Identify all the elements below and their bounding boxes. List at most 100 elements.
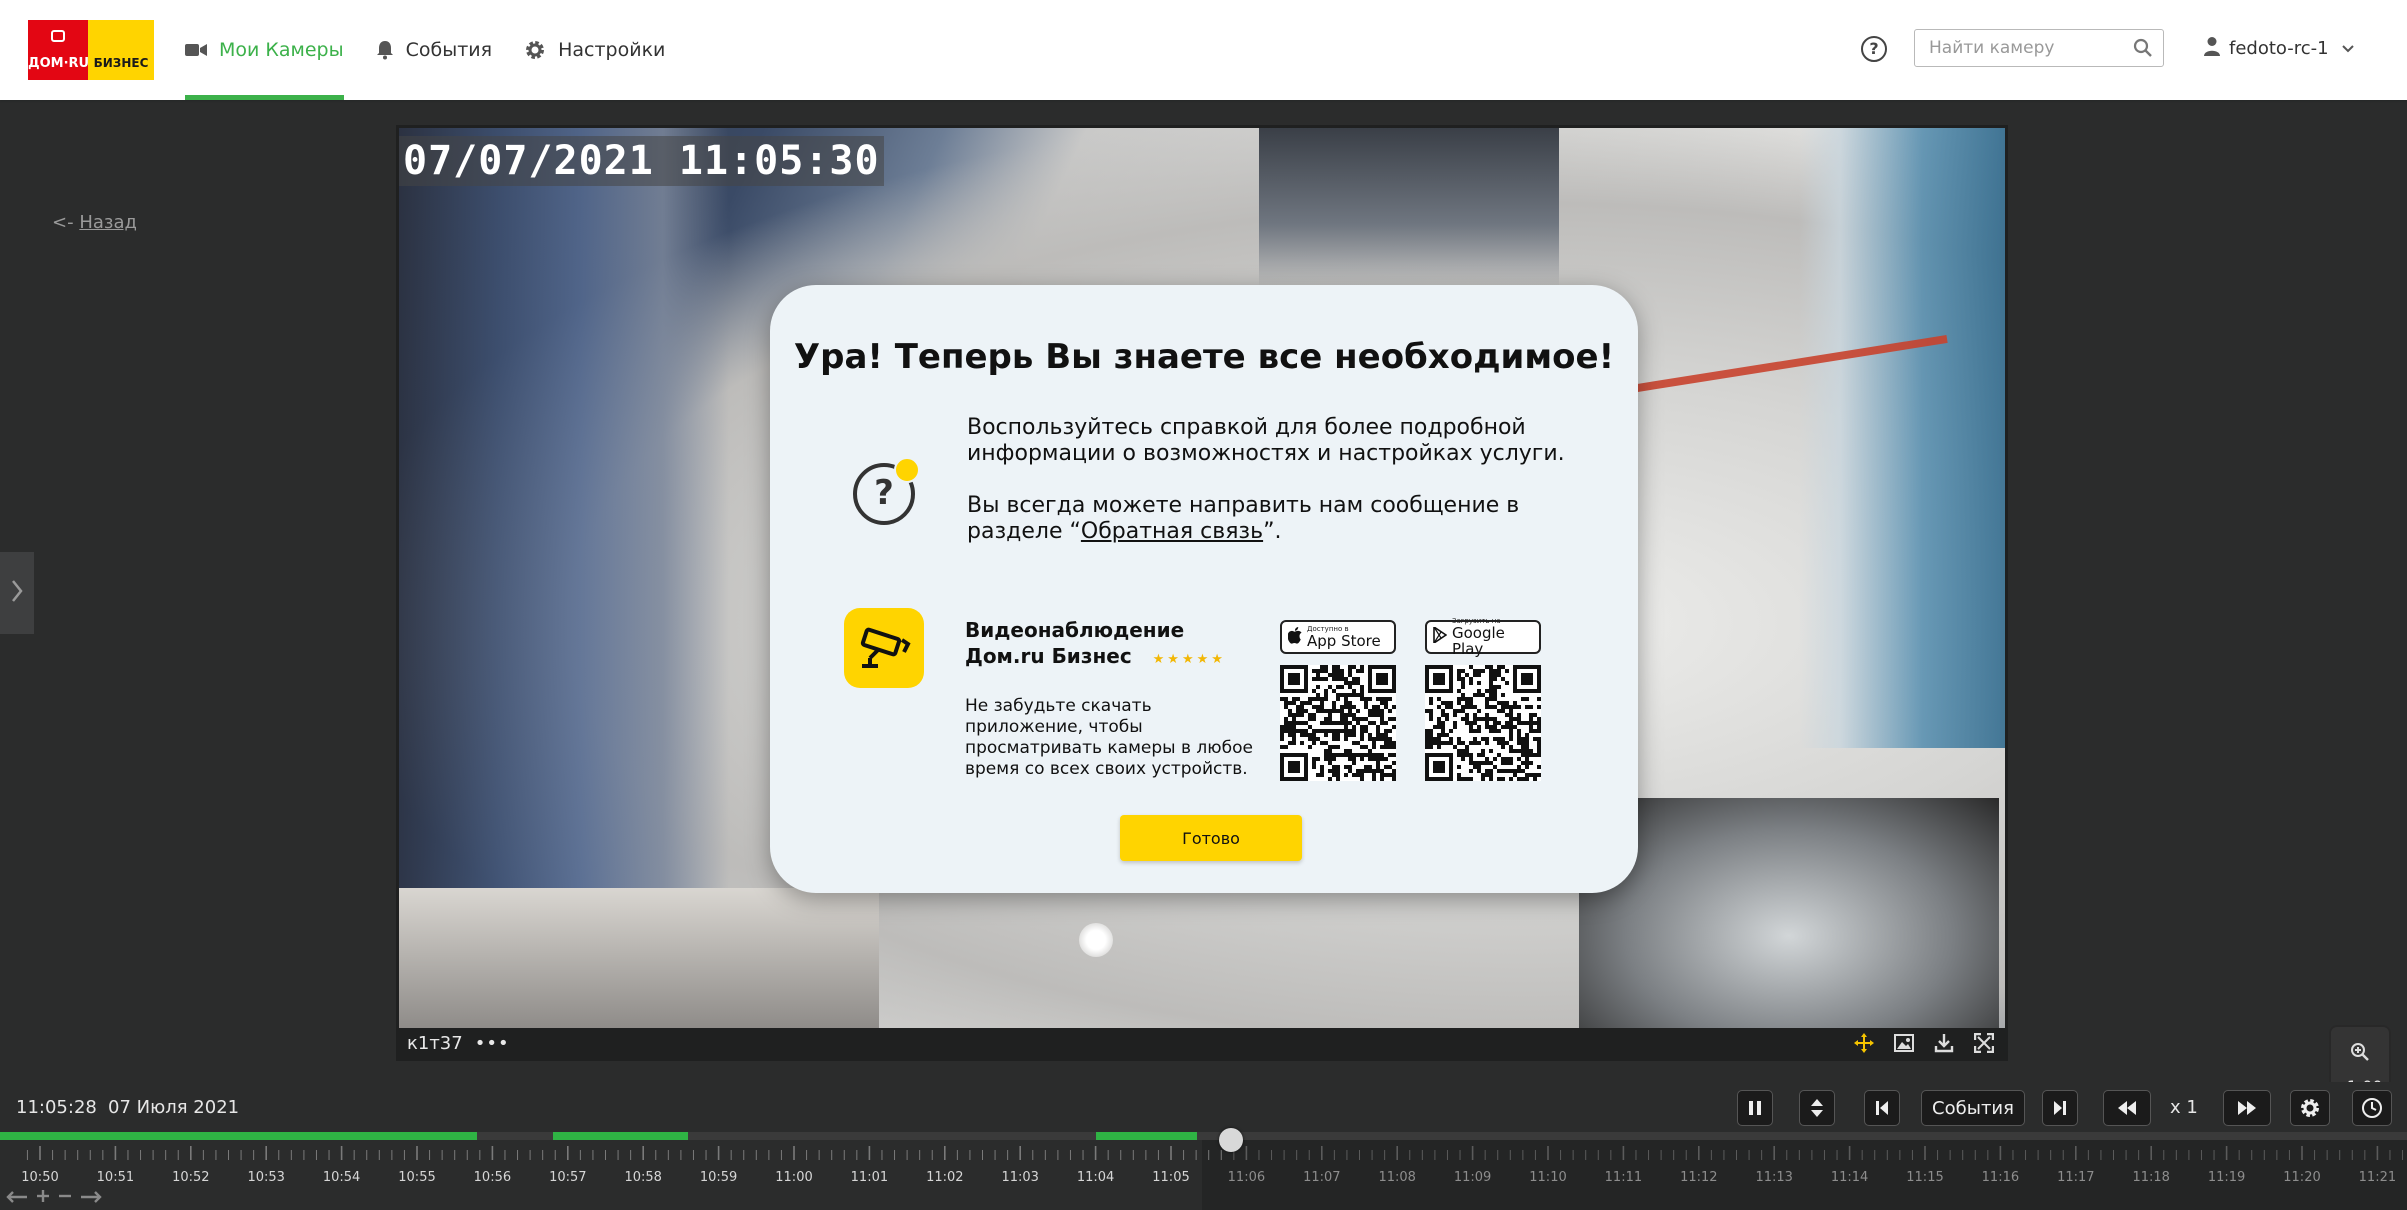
timeline-time-label: 11:18 [2132,1170,2170,1185]
chevron-down-icon [2341,38,2355,59]
timeline-zoom-in-icon[interactable] [36,1188,50,1207]
user-menu[interactable]: fedoto-rc-1 [2203,36,2355,61]
nav-events[interactable]: События [376,0,492,100]
events-button[interactable]: События [1921,1090,2025,1126]
nav-events-label: События [405,39,493,61]
zoom-in-icon [2351,1043,2369,1061]
download-icon[interactable] [1933,1032,1955,1054]
timeline-time-label: 11:17 [2057,1170,2095,1185]
feedback-link[interactable]: Обратная связь [1081,519,1263,544]
skip-previous-icon [1876,1101,1888,1115]
gear-icon [2301,1099,2319,1117]
help-question-icon[interactable]: ? [1861,36,1887,62]
playback-speed: x 1 [2170,1097,2198,1118]
app-store-big: App Store [1307,632,1381,650]
fast-forward-button[interactable] [2223,1090,2271,1126]
camera-more-button[interactable]: ••• [475,1033,510,1054]
google-play-qr-code [1425,665,1541,781]
timeline-ticks [26,1146,2404,1160]
camera-search-input[interactable] [1927,30,2131,66]
timeline-zoom-out-icon[interactable] [58,1188,72,1207]
timeline-time-label: 11:13 [1755,1170,1793,1185]
timeline-time-label: 11:02 [926,1170,964,1185]
done-button[interactable]: Готово [1120,815,1302,861]
camera-info-bar: к1т37 ••• [399,1028,2005,1058]
nav-my-cameras[interactable]: Мои Камеры [185,0,344,100]
logo-red-block: ДОМ·RU [28,20,90,80]
timeline-time-label: 10:58 [624,1170,662,1185]
archive-timeline[interactable]: 10:50 10:51 10:52 10:53 10:54 10:55 10:56 10:57… [0,1128,2407,1210]
pick-time-button[interactable] [2352,1090,2392,1126]
expand-vertical-icon [1811,1099,1823,1117]
timeline-scroll-left-icon[interactable] [6,1188,28,1207]
snapshot-image-icon[interactable] [1893,1032,1915,1054]
video-camera-icon [185,42,207,58]
playback-controls-bar: 11:05:28 07 Июля 2021 События x 1 [0,1082,2407,1132]
back-arrow: <- [52,212,74,233]
timeline-scroll-right-icon[interactable] [80,1188,102,1207]
app-store-qr-code [1280,665,1396,781]
timeline-time-label: 11:00 [775,1170,813,1185]
pause-icon [1749,1101,1761,1115]
timeline-time-label: 10:55 [398,1170,436,1185]
ptz-move-icon[interactable] [1853,1032,1875,1054]
help-text: Воспользуйтесь справкой для более подроб… [967,415,1587,571]
app-description: Не забудьте скачать приложение, чтобы пр… [965,696,1253,779]
previous-event-button[interactable] [1864,1090,1900,1126]
timeline-time-label: 11:10 [1529,1170,1567,1185]
gear-icon [524,39,546,61]
logo-left-text: ДОМ·RU [28,56,90,71]
video-scene-shelf [399,888,879,1028]
timeline-time-label: 11:01 [850,1170,889,1185]
help-paragraph-2: Вы всегда можете направить нам сообщение… [967,493,1587,545]
timeline-time-label: 11:04 [1076,1170,1115,1185]
rewind-icon [2118,1101,2136,1115]
zoom-in-button[interactable] [2345,1037,2375,1067]
logo-yellow-block: БИЗНЕС [88,20,154,80]
google-play-badge[interactable]: Загрузить на Google Play [1425,617,1541,657]
app-name-text: Видеонаблюдение Дом.ru Бизнес [965,618,1185,668]
timeline-time-label: 11:14 [1830,1170,1869,1185]
current-time: 11:05:28 [16,1097,97,1118]
expand-collapse-button[interactable] [1799,1090,1835,1126]
app-cctv-camera-icon [844,608,924,688]
timeline-time-label: 11:21 [2358,1170,2397,1185]
next-event-button[interactable] [2042,1090,2078,1126]
timeline-time-label: 10:59 [699,1170,738,1185]
nav-my-cameras-label: Мои Камеры [219,39,344,61]
video-scene-rack-right [1799,128,2005,748]
domru-business-logo[interactable]: ДОМ·RU БИЗНЕС [28,20,154,80]
timeline-time-label: 11:08 [1378,1170,1416,1185]
timeline-time-label: 10:57 [549,1170,587,1185]
timeline-time-label: 11:11 [1604,1170,1643,1185]
camera-name: к1т37 [407,1032,463,1054]
timeline-recorded-segment [1095,1132,1198,1140]
notification-dot-icon [894,457,920,483]
camera-search [1914,29,2164,67]
player-settings-button[interactable] [2290,1090,2330,1126]
fast-forward-icon [2238,1101,2256,1115]
search-icon[interactable] [2133,38,2153,62]
timeline-recorded-segment [0,1132,478,1140]
google-play-icon [1433,625,1448,647]
fullscreen-icon[interactable] [1973,1032,1995,1054]
nav-settings[interactable]: Настройки [524,0,665,100]
help-paragraph-1: Воспользуйтесь справкой для более подроб… [967,415,1565,466]
top-header: ДОМ·RU БИЗНЕС Мои Камеры События Настрой… [0,0,2407,100]
app-store-badge[interactable]: Доступно в App Store [1280,620,1396,654]
user-icon [2203,36,2221,61]
rewind-button[interactable] [2103,1090,2151,1126]
apple-icon [1287,626,1302,648]
back-link[interactable]: <- Назад [52,212,137,233]
timeline-zoom-tools [6,1188,102,1207]
timeline-time-label: 11:07 [1303,1170,1341,1185]
clock-icon [2362,1098,2382,1118]
timeline-time-label: 10:50 [21,1170,59,1185]
video-timestamp-overlay: 07/07/2021 11:05:30 [399,136,884,186]
logo-right-text: БИЗНЕС [93,56,149,70]
sidebar-expand-tab[interactable] [0,552,34,634]
pause-button[interactable] [1737,1090,1773,1126]
main-nav: Мои Камеры События Настройки [185,0,697,100]
timeline-time-label: 11:19 [2207,1170,2246,1185]
chevron-right-icon [10,578,24,608]
